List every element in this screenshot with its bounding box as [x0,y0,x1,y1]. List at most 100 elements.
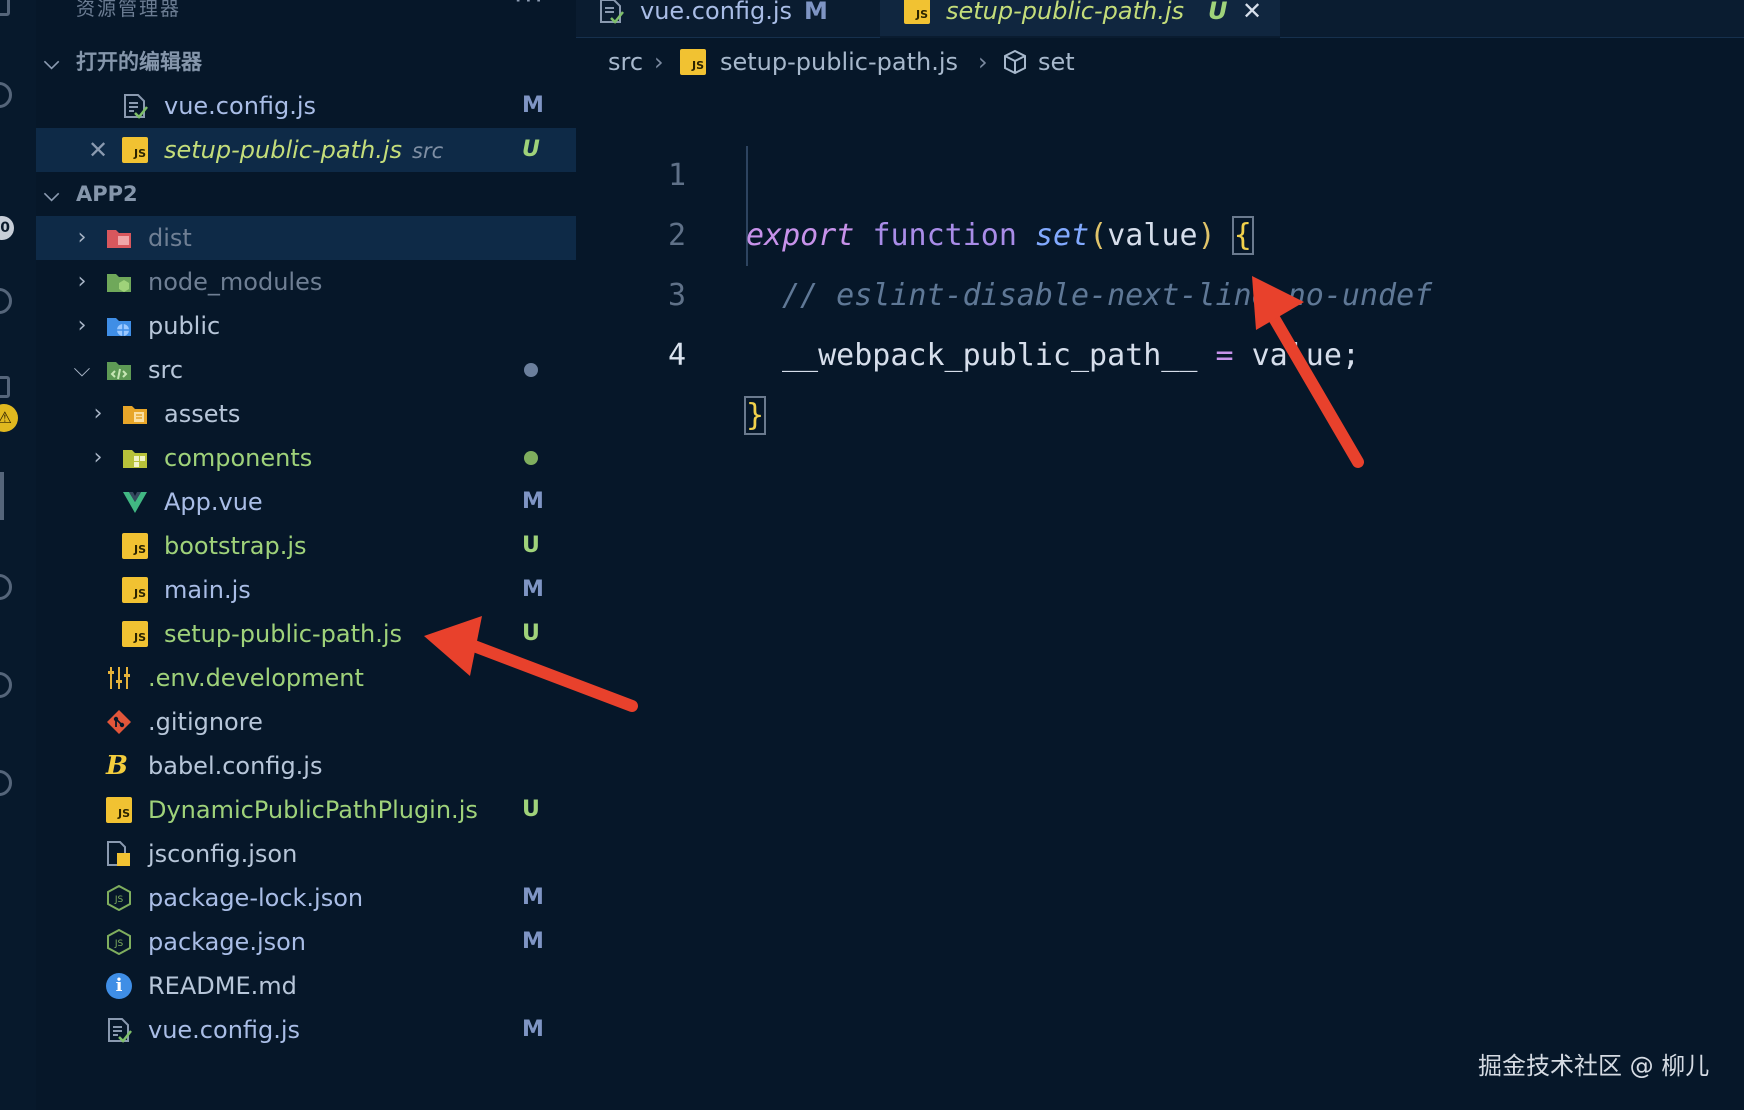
tree-file-readme[interactable]: i README.md [36,964,576,1008]
tree-folder-src[interactable]: ⌵ src [36,348,576,392]
explorer-sidebar: 资源管理器 ··· ⌵ 打开的编辑器 vue.config.js M ✕ JS … [36,0,576,1110]
code-line-3: 3 __webpack_public_path__ = value; [576,206,1744,373]
chevron-right-icon: › [77,313,87,338]
search-icon[interactable] [0,82,12,108]
config-file-icon [124,94,148,119]
breadcrumb-symbol[interactable]: set [1038,38,1075,86]
folder-dist-icon [107,230,131,248]
tree-folder-dist[interactable]: › dist [36,216,576,260]
chevron-right-icon: › [93,401,103,426]
breadcrumb-folder[interactable]: src [608,38,643,86]
code-line-4: 4 } [576,266,1744,435]
npm-file-icon: JS [107,885,131,911]
matching-brace: } [743,396,767,435]
tree-file-dynamic-plugin[interactable]: JS DynamicPublicPathPlugin.js U [36,788,576,832]
tree-folder-node-modules[interactable]: › node_modules [36,260,576,304]
breadcrumb-separator: › [978,48,988,76]
modified-badge: M [522,577,544,602]
tree-folder-assets[interactable]: › assets [36,392,576,436]
editor-area: vue.config.js M JS setup-public-path.js … [576,0,1744,1110]
watermark: 掘金技术社区 @ 柳儿 [1478,1052,1710,1080]
tree-file-main-js[interactable]: JS main.js M [36,568,576,612]
tree-file-app-vue[interactable]: App.vue M [36,480,576,524]
explorer-title: 资源管理器 [76,0,182,20]
tree-file-gitignore[interactable]: .gitignore [36,700,576,744]
tree-file-jsconfig[interactable]: jsconfig.json [36,832,576,876]
modified-badge: M [804,0,828,25]
open-editor-item[interactable]: vue.config.js M [36,84,576,128]
account-icon[interactable] [0,672,12,698]
tab-close-icon[interactable]: ✕ [1242,0,1262,34]
more-actions-button[interactable]: ··· [514,0,545,16]
babel-file-icon: B [106,751,128,781]
untracked-badge: U [1208,0,1228,25]
folder-public-icon [107,318,131,336]
source-control-badge: 0 [0,216,14,240]
open-editors-header[interactable]: ⌵ 打开的编辑器 [36,42,576,82]
tab-vue-config[interactable]: vue.config.js M [576,0,880,38]
run-icon[interactable] [0,288,12,314]
info-icon: i [106,973,132,999]
tree-file-bootstrap-js[interactable]: JS bootstrap.js U [36,524,576,568]
untracked-badge: U [522,797,540,822]
js-file-icon: JS [106,797,132,823]
tree-file-package-json[interactable]: JS package.json M [36,920,576,964]
untracked-badge: U [522,621,540,646]
line-number: 4 [667,338,686,373]
js-file-icon: JS [122,137,148,163]
chevron-right-icon: › [93,445,103,470]
modified-badge: M [522,93,544,118]
extensions-icon[interactable] [0,376,10,398]
tree-file-env-development[interactable]: .env.development [36,656,576,700]
untracked-dot [524,451,538,465]
project-header[interactable]: ⌵ APP2 [36,174,576,214]
env-file-icon [108,667,130,689]
modified-badge: M [522,1017,544,1042]
tree-file-package-lock[interactable]: JS package-lock.json M [36,876,576,920]
folder-assets-icon [123,406,147,424]
chevron-right-icon: › [77,225,87,250]
svg-text:JS: JS [114,939,124,949]
tree-folder-components[interactable]: › components [36,436,576,480]
js-file-icon: JS [122,533,148,559]
folder-src-icon [107,362,131,380]
svg-text:JS: JS [114,895,124,905]
modified-badge: M [522,885,544,910]
chevron-down-icon: ⌵ [44,50,60,74]
files-icon[interactable] [0,0,10,16]
jsconfig-file-icon [107,841,130,866]
js-file-icon: JS [122,577,148,603]
tree-folder-public[interactable]: › public [36,304,576,348]
chevron-down-icon: ⌵ [44,182,60,206]
vue-file-icon [123,492,147,513]
js-file-icon: JS [904,0,930,24]
js-file-icon: JS [680,49,706,75]
untracked-badge: U [522,533,540,558]
tree-file-vue-config[interactable]: vue.config.js M [36,1008,576,1052]
close-icon[interactable]: ✕ [88,128,108,172]
chevron-right-icon: › [77,269,87,294]
tab-bar: vue.config.js M JS setup-public-path.js … [576,0,1744,38]
chevron-down-icon: ⌵ [73,357,91,382]
modified-badge: M [522,929,544,954]
warning-icon[interactable]: ⚠ [0,404,18,432]
activity-bar: 0 ⚠ [0,0,36,1110]
open-editor-item-active[interactable]: ✕ JS setup-public-path.js src U [36,128,576,172]
cube-symbol-icon [1004,49,1026,75]
tree-file-setup-public-path-js[interactable]: JS setup-public-path.js U [36,612,576,656]
code-line-2: 2 // eslint-disable-next-line no-undef [576,146,1744,313]
modified-badge: M [522,489,544,514]
code-line-1: 1 export function set(value) { [576,86,1744,255]
breadcrumb-file[interactable]: setup-public-path.js [720,38,958,86]
active-indicator [0,472,4,520]
remote-icon[interactable] [0,574,12,600]
settings-icon[interactable] [0,770,12,796]
modified-dot [524,363,538,377]
tree-file-babel-config[interactable]: B babel.config.js [36,744,576,788]
breadcrumb-separator: › [654,48,664,76]
npm-file-icon: JS [107,929,131,955]
untracked-badge: U [522,137,540,162]
js-file-icon: JS [122,621,148,647]
tab-setup-public-path[interactable]: JS setup-public-path.js U ✕ [880,0,1280,38]
git-file-icon [107,710,131,734]
